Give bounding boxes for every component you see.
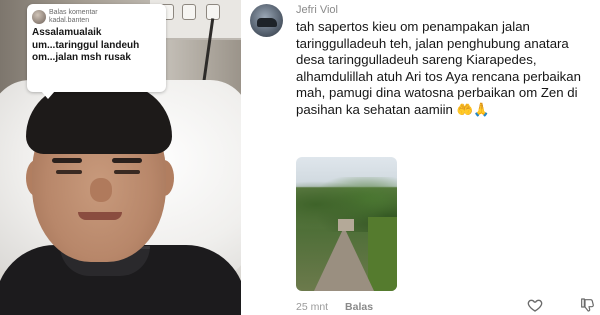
closed-eye bbox=[56, 170, 82, 174]
comment-time: 25 mnt bbox=[296, 301, 329, 313]
user-avatar[interactable] bbox=[250, 4, 283, 37]
car-icon bbox=[257, 18, 277, 27]
comment-photo-road[interactable] bbox=[296, 157, 397, 291]
reply-meta-label: Balas komentar bbox=[49, 9, 98, 16]
video-frame[interactable]: Balas komentar kadal.banten Assalamualai… bbox=[0, 0, 241, 315]
reply-comment-text: Assalamualaik um...taringgul landeuh om.… bbox=[32, 27, 140, 63]
mouth bbox=[78, 212, 122, 220]
damaged-road bbox=[314, 227, 374, 291]
outlet-icon bbox=[182, 4, 196, 20]
comment-username[interactable]: Jefri Viol bbox=[296, 4, 338, 16]
eyebrow bbox=[52, 158, 82, 163]
closed-eye bbox=[114, 170, 140, 174]
reply-meta-user: kadal.banten bbox=[49, 17, 90, 24]
reply-button[interactable]: Balas bbox=[345, 301, 373, 313]
heart-icon[interactable] bbox=[527, 297, 543, 313]
eyebrow bbox=[112, 158, 142, 163]
comment-body: tah sapertos kieu om penampakan jalan ta… bbox=[296, 19, 581, 117]
comment-footer: 25 mnt Balas bbox=[296, 301, 373, 313]
road-far bbox=[338, 219, 354, 231]
reply-meta: Balas komentar kadal.banten bbox=[49, 9, 98, 25]
commenter-avatar bbox=[32, 10, 46, 24]
reply-comment-bubble[interactable]: Balas komentar kadal.banten Assalamualai… bbox=[27, 4, 166, 99]
thumbs-down-icon[interactable] bbox=[579, 297, 595, 313]
comment-item: Jefri Viol tah sapertos kieu om penampak… bbox=[241, 0, 600, 315]
nose bbox=[90, 178, 112, 202]
